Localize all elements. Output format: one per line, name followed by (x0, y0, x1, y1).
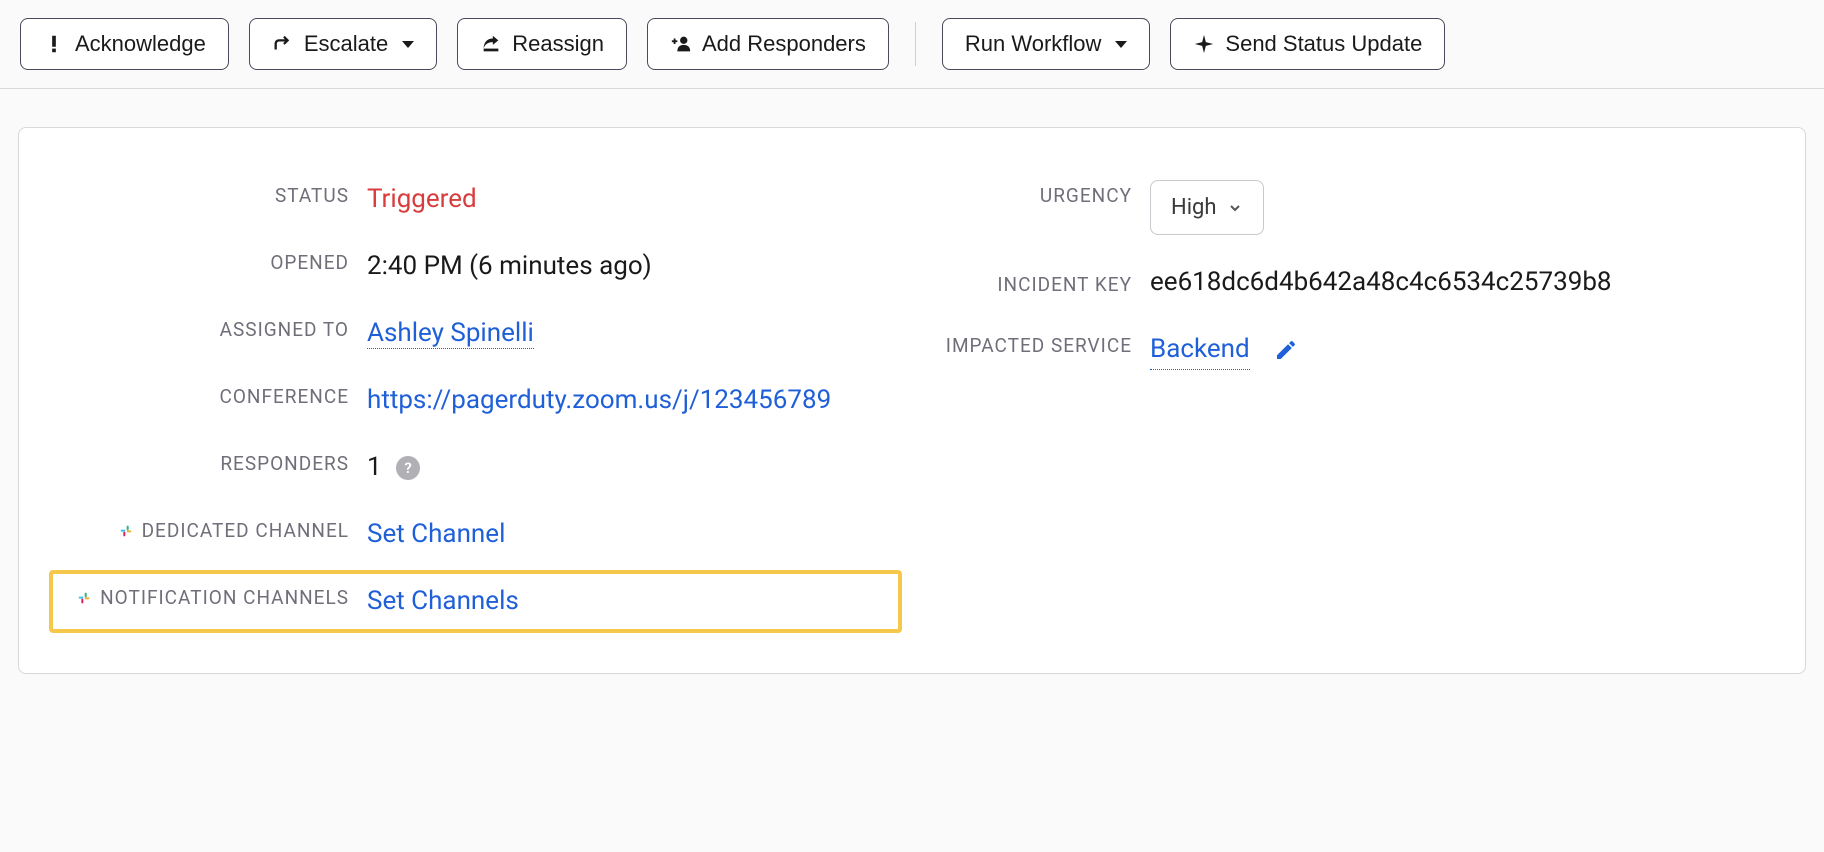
set-channel-link[interactable]: Set Channel (367, 519, 505, 549)
notification-channels-highlight: NOTIFICATION CHANNELS Set Channels (49, 570, 902, 633)
incident-key-value: ee618dc6d4b642a48c4c6534c25739b8 (1150, 263, 1765, 302)
toolbar-group-left: Acknowledge Escalate Reassign Add Respon… (20, 18, 889, 70)
slack-icon (76, 590, 92, 606)
toolbar-group-right: Run Workflow Send Status Update (942, 18, 1445, 70)
acknowledge-label: Acknowledge (75, 31, 206, 57)
conference-row: CONFERENCE https://pagerduty.zoom.us/j/1… (59, 381, 892, 420)
share-icon (480, 33, 502, 55)
send-status-update-label: Send Status Update (1225, 31, 1422, 57)
impacted-service-value-wrap: Backend (1150, 330, 1765, 370)
incident-details-card: STATUS Triggered OPENED 2:40 PM (6 minut… (18, 127, 1806, 674)
incident-key-label: INCIDENT KEY (932, 263, 1132, 296)
dedicated-channel-row: DEDICATED CHANNEL Set Channel (59, 515, 892, 554)
add-responders-button[interactable]: Add Responders (647, 18, 889, 70)
dedicated-channel-label: DEDICATED CHANNEL (59, 515, 349, 542)
slack-icon (118, 523, 134, 539)
escalate-arrow-icon (272, 33, 294, 55)
dedicated-channel-label-text: DEDICATED CHANNEL (142, 519, 349, 542)
acknowledge-button[interactable]: Acknowledge (20, 18, 229, 70)
escalate-button[interactable]: Escalate (249, 18, 437, 70)
notification-channels-row: NOTIFICATION CHANNELS Set Channels (59, 582, 892, 621)
conference-value: https://pagerduty.zoom.us/j/123456789 (367, 381, 892, 420)
sparkle-icon (1193, 33, 1215, 55)
incident-key-row: INCIDENT KEY ee618dc6d4b642a48c4c6534c25… (932, 263, 1765, 302)
status-row: STATUS Triggered (59, 180, 892, 219)
chevron-down-icon (1227, 200, 1243, 216)
detail-grid: STATUS Triggered OPENED 2:40 PM (6 minut… (59, 180, 1765, 621)
send-status-update-button[interactable]: Send Status Update (1170, 18, 1445, 70)
opened-label: OPENED (59, 247, 349, 274)
urgency-select[interactable]: High (1150, 180, 1264, 235)
action-toolbar: Acknowledge Escalate Reassign Add Respon… (0, 0, 1824, 89)
run-workflow-label: Run Workflow (965, 31, 1102, 57)
assigned-link[interactable]: Ashley Spinelli (367, 318, 534, 349)
notification-channels-label: NOTIFICATION CHANNELS (59, 582, 349, 609)
set-channels-link[interactable]: Set Channels (367, 586, 519, 616)
add-responders-label: Add Responders (702, 31, 866, 57)
chevron-down-icon (402, 41, 414, 48)
urgency-value: High (1171, 191, 1217, 224)
reassign-button[interactable]: Reassign (457, 18, 627, 70)
chevron-down-icon (1115, 41, 1127, 48)
urgency-label: URGENCY (932, 180, 1132, 207)
assigned-row: ASSIGNED TO Ashley Spinelli (59, 314, 892, 353)
responders-count: 1 (367, 452, 382, 482)
urgency-value-wrap: High (1150, 180, 1765, 235)
status-value: Triggered (367, 180, 892, 219)
exclamation-icon (43, 33, 65, 55)
escalate-label: Escalate (304, 31, 388, 57)
reassign-label: Reassign (512, 31, 604, 57)
conference-label: CONFERENCE (59, 381, 349, 408)
dedicated-channel-value: Set Channel (367, 515, 892, 554)
responders-row: RESPONDERS 1 ? (59, 448, 892, 487)
opened-row: OPENED 2:40 PM (6 minutes ago) (59, 247, 892, 286)
opened-value: 2:40 PM (6 minutes ago) (367, 247, 892, 286)
impacted-service-row: IMPACTED SERVICE Backend (932, 330, 1765, 370)
responders-label: RESPONDERS (59, 448, 349, 475)
conference-link[interactable]: https://pagerduty.zoom.us/j/123456789 (367, 385, 831, 415)
assigned-value: Ashley Spinelli (367, 314, 892, 353)
impacted-service-link[interactable]: Backend (1150, 330, 1250, 370)
notification-channels-value: Set Channels (367, 582, 892, 621)
urgency-row: URGENCY High (932, 180, 1765, 235)
toolbar-divider (915, 22, 916, 66)
add-person-icon (670, 33, 692, 55)
responders-value-wrap: 1 ? (367, 448, 892, 487)
status-label: STATUS (59, 180, 349, 207)
impacted-service-label: IMPACTED SERVICE (932, 330, 1132, 357)
right-column: URGENCY High INCIDENT KEY ee618dc6d4b642… (932, 180, 1765, 621)
assigned-label: ASSIGNED TO (59, 314, 349, 341)
left-column: STATUS Triggered OPENED 2:40 PM (6 minut… (59, 180, 892, 621)
run-workflow-button[interactable]: Run Workflow (942, 18, 1151, 70)
pencil-icon[interactable] (1274, 338, 1298, 362)
help-icon[interactable]: ? (396, 456, 420, 480)
notification-channels-label-text: NOTIFICATION CHANNELS (100, 586, 349, 609)
